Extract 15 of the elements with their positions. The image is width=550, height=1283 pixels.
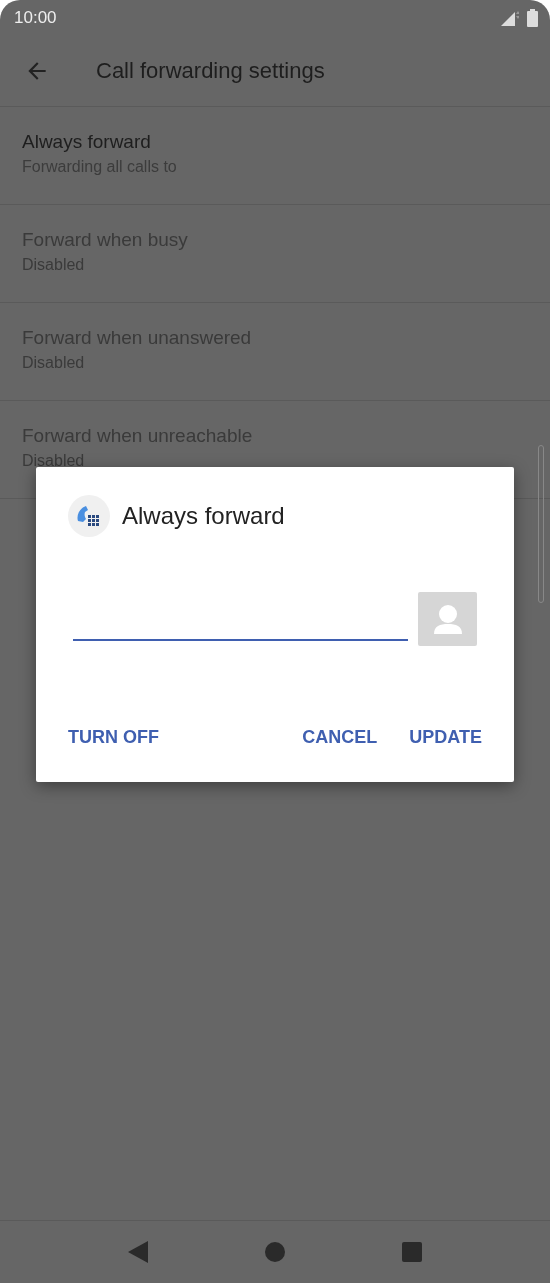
recents-icon[interactable] [401,1242,422,1262]
dialog-button[interactable]: CANCEL [302,721,378,754]
screen-title: Call forwarding settings [96,58,325,84]
person-icon [433,604,462,634]
contact-picker-button[interactable] [418,592,477,646]
dialog-button[interactable]: UPDATE [409,721,482,754]
phone-keypad-icon [68,495,110,537]
back-icon[interactable] [128,1241,149,1263]
dialog-title: Always forward [122,502,285,530]
battery-icon [527,9,538,27]
dialog-button[interactable]: TURN OFF [68,721,159,754]
status-time: 10:00 [14,8,57,28]
signal-icon [501,10,519,26]
item-title: Always forward [22,131,151,153]
home-icon[interactable] [265,1242,285,1262]
